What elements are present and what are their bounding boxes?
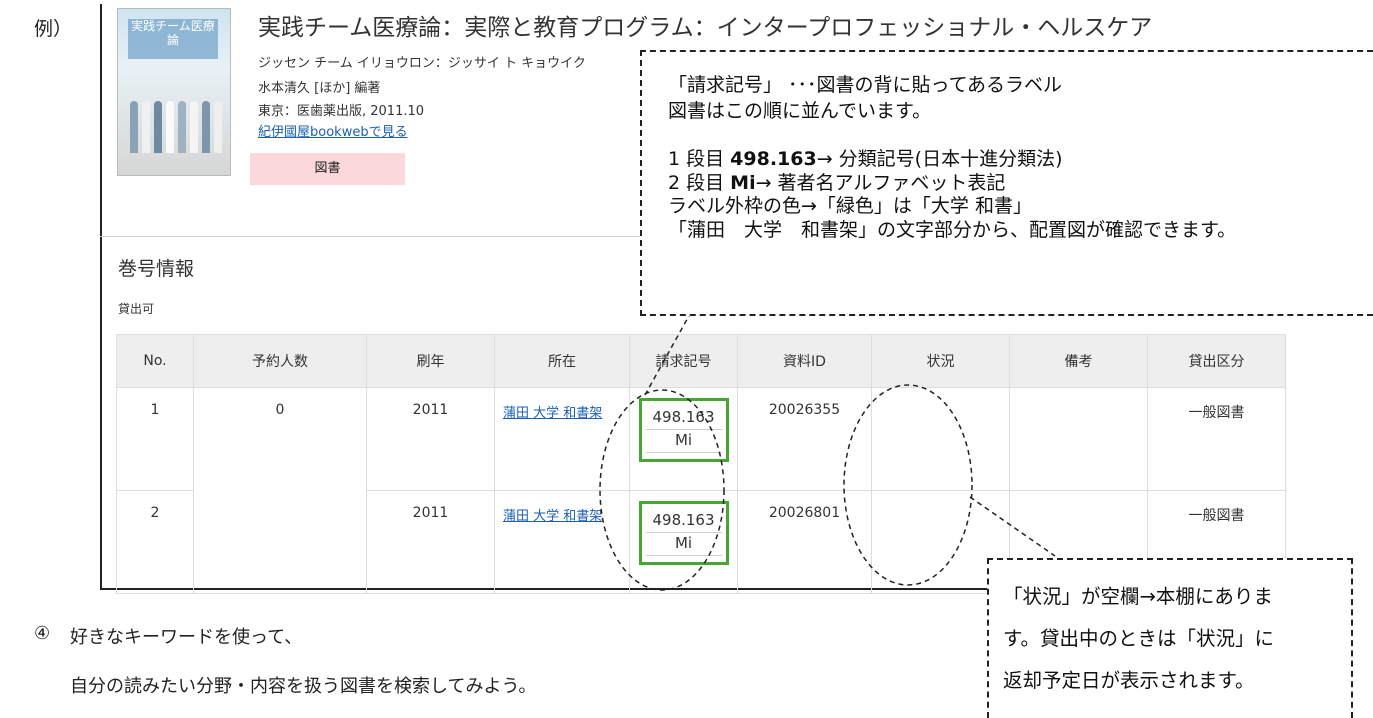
step-text: 自分の読みたい分野・内容を扱う図書を検索してみよう。	[70, 676, 537, 697]
step-number: ④	[34, 623, 51, 644]
callout-line: 2 段目 Mi→ 著者名アルファベット表記	[668, 172, 1006, 194]
callout-line: 返却予定日が表示されます。	[1003, 669, 1255, 692]
callout-line: 1 段目 498.163→ 分類記号(日本十進分類法)	[668, 148, 1063, 170]
callout-line: 「請求記号」 ･･･図書の背に貼ってあるラベル	[668, 74, 1063, 96]
callnumber-highlight-ellipse	[599, 389, 725, 591]
status-highlight-ellipse	[843, 384, 973, 586]
callout-pointer-line	[969, 496, 1056, 557]
callout-pointer-line	[644, 313, 691, 396]
call-number-callout: 「請求記号」 ･･･図書の背に貼ってあるラベル 図書はこの順に並んでいます。 1…	[640, 50, 1373, 316]
callout-line: す。貸出中のときは「状況」に	[1003, 627, 1275, 650]
step-text: 好きなキーワードを使って、	[70, 627, 303, 648]
callout-line: 図書はこの順に並んでいます。	[668, 100, 932, 122]
callout-line: 「状況」が空欄→本棚にありま	[1003, 585, 1273, 608]
callout-line: 「蒲田 大学 和書架」の文字部分から、配置図が確認できます。	[668, 219, 1237, 241]
status-callout: 「状況」が空欄→本棚にありま す。貸出中のときは「状況」に 返却予定日が表示され…	[987, 558, 1353, 718]
callout-line: ラベル外枠の色→「緑色」は「大学 和書」	[668, 195, 1032, 217]
